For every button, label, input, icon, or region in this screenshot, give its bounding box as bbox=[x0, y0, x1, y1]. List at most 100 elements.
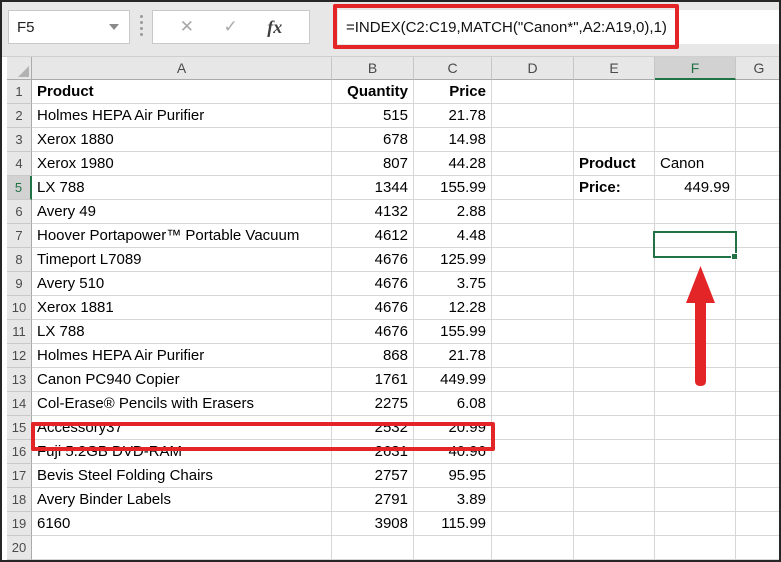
cell-A13[interactable]: Canon PC940 Copier bbox=[32, 368, 332, 392]
cell-B2[interactable]: 515 bbox=[332, 104, 414, 128]
cell-G19[interactable] bbox=[736, 512, 779, 536]
row-header-1[interactable]: 1 bbox=[7, 80, 32, 104]
cell-C3[interactable]: 14.98 bbox=[414, 128, 492, 152]
row-header-12[interactable]: 12 bbox=[7, 344, 32, 368]
column-header-E[interactable]: E bbox=[574, 57, 655, 80]
cell-F11[interactable] bbox=[655, 320, 736, 344]
cell-F10[interactable] bbox=[655, 296, 736, 320]
cell-E6[interactable] bbox=[574, 200, 655, 224]
cell-C17[interactable]: 95.95 bbox=[414, 464, 492, 488]
cell-G1[interactable] bbox=[736, 80, 779, 104]
cell-C4[interactable]: 44.28 bbox=[414, 152, 492, 176]
cell-B7[interactable]: 4612 bbox=[332, 224, 414, 248]
cell-F9[interactable] bbox=[655, 272, 736, 296]
cell-B10[interactable]: 4676 bbox=[332, 296, 414, 320]
fill-handle[interactable] bbox=[731, 253, 738, 260]
cell-F16[interactable] bbox=[655, 440, 736, 464]
cell-D20[interactable] bbox=[492, 536, 574, 560]
row-header-13[interactable]: 13 bbox=[7, 368, 32, 392]
cell-A8[interactable]: Timeport L7089 bbox=[32, 248, 332, 272]
name-box[interactable]: F5 bbox=[8, 10, 130, 44]
cell-A2[interactable]: Holmes HEPA Air Purifier bbox=[32, 104, 332, 128]
cell-C7[interactable]: 4.48 bbox=[414, 224, 492, 248]
cell-D6[interactable] bbox=[492, 200, 574, 224]
cell-E17[interactable] bbox=[574, 464, 655, 488]
cell-E3[interactable] bbox=[574, 128, 655, 152]
cell-E7[interactable] bbox=[574, 224, 655, 248]
cell-A10[interactable]: Xerox 1881 bbox=[32, 296, 332, 320]
row-header-18[interactable]: 18 bbox=[7, 488, 32, 512]
cell-D1[interactable] bbox=[492, 80, 574, 104]
cell-D14[interactable] bbox=[492, 392, 574, 416]
cell-B3[interactable]: 678 bbox=[332, 128, 414, 152]
cell-E16[interactable] bbox=[574, 440, 655, 464]
cell-D19[interactable] bbox=[492, 512, 574, 536]
row-header-16[interactable]: 16 bbox=[7, 440, 32, 464]
cell-A5[interactable]: LX 788 bbox=[32, 176, 332, 200]
cell-C20[interactable] bbox=[414, 536, 492, 560]
cell-E20[interactable] bbox=[574, 536, 655, 560]
cell-D13[interactable] bbox=[492, 368, 574, 392]
formula-bar-input[interactable]: =INDEX(C2:C19,MATCH("Canon*",A2:A19,0),1… bbox=[338, 10, 779, 44]
cell-C12[interactable]: 21.78 bbox=[414, 344, 492, 368]
row-header-8[interactable]: 8 bbox=[7, 248, 32, 272]
cell-G18[interactable] bbox=[736, 488, 779, 512]
cell-B12[interactable]: 868 bbox=[332, 344, 414, 368]
cell-G5[interactable] bbox=[736, 176, 779, 200]
cell-D11[interactable] bbox=[492, 320, 574, 344]
cell-A14[interactable]: Col-Erase® Pencils with Erasers bbox=[32, 392, 332, 416]
cell-C9[interactable]: 3.75 bbox=[414, 272, 492, 296]
cell-A18[interactable]: Avery Binder Labels bbox=[32, 488, 332, 512]
cell-A9[interactable]: Avery 510 bbox=[32, 272, 332, 296]
cell-A7[interactable]: Hoover Portapower™ Portable Vacuum bbox=[32, 224, 332, 248]
column-header-A[interactable]: A bbox=[32, 57, 332, 80]
column-header-C[interactable]: C bbox=[414, 57, 492, 80]
cell-B8[interactable]: 4676 bbox=[332, 248, 414, 272]
select-all-button[interactable] bbox=[7, 57, 32, 80]
cell-G11[interactable] bbox=[736, 320, 779, 344]
cell-A11[interactable]: LX 788 bbox=[32, 320, 332, 344]
cell-C11[interactable]: 155.99 bbox=[414, 320, 492, 344]
cell-D3[interactable] bbox=[492, 128, 574, 152]
cell-F19[interactable] bbox=[655, 512, 736, 536]
cancel-icon[interactable]: ✕ bbox=[180, 17, 194, 37]
cell-G12[interactable] bbox=[736, 344, 779, 368]
cell-E14[interactable] bbox=[574, 392, 655, 416]
cell-B14[interactable]: 2275 bbox=[332, 392, 414, 416]
cell-F17[interactable] bbox=[655, 464, 736, 488]
cell-G6[interactable] bbox=[736, 200, 779, 224]
cell-G20[interactable] bbox=[736, 536, 779, 560]
cell-E2[interactable] bbox=[574, 104, 655, 128]
cell-D10[interactable] bbox=[492, 296, 574, 320]
cell-D12[interactable] bbox=[492, 344, 574, 368]
cell-F12[interactable] bbox=[655, 344, 736, 368]
cell-E1[interactable] bbox=[574, 80, 655, 104]
cell-C13[interactable]: 449.99 bbox=[414, 368, 492, 392]
cell-B9[interactable]: 4676 bbox=[332, 272, 414, 296]
row-header-4[interactable]: 4 bbox=[7, 152, 32, 176]
cell-F3[interactable] bbox=[655, 128, 736, 152]
cell-F18[interactable] bbox=[655, 488, 736, 512]
cell-B5[interactable]: 1344 bbox=[332, 176, 414, 200]
cell-E8[interactable] bbox=[574, 248, 655, 272]
row-header-5[interactable]: 5 bbox=[7, 176, 32, 200]
cell-D15[interactable] bbox=[492, 416, 574, 440]
column-header-G[interactable]: G bbox=[736, 57, 779, 80]
cell-G13[interactable] bbox=[736, 368, 779, 392]
cell-G16[interactable] bbox=[736, 440, 779, 464]
row-header-19[interactable]: 19 bbox=[7, 512, 32, 536]
cell-C14[interactable]: 6.08 bbox=[414, 392, 492, 416]
cell-G3[interactable] bbox=[736, 128, 779, 152]
cell-B19[interactable]: 3908 bbox=[332, 512, 414, 536]
cell-E15[interactable] bbox=[574, 416, 655, 440]
cell-G17[interactable] bbox=[736, 464, 779, 488]
cell-C2[interactable]: 21.78 bbox=[414, 104, 492, 128]
cell-B18[interactable]: 2791 bbox=[332, 488, 414, 512]
cell-D4[interactable] bbox=[492, 152, 574, 176]
cell-F5[interactable]: 449.99 bbox=[655, 176, 736, 200]
cell-F20[interactable] bbox=[655, 536, 736, 560]
cell-D18[interactable] bbox=[492, 488, 574, 512]
row-header-3[interactable]: 3 bbox=[7, 128, 32, 152]
cell-C8[interactable]: 125.99 bbox=[414, 248, 492, 272]
cell-F1[interactable] bbox=[655, 80, 736, 104]
